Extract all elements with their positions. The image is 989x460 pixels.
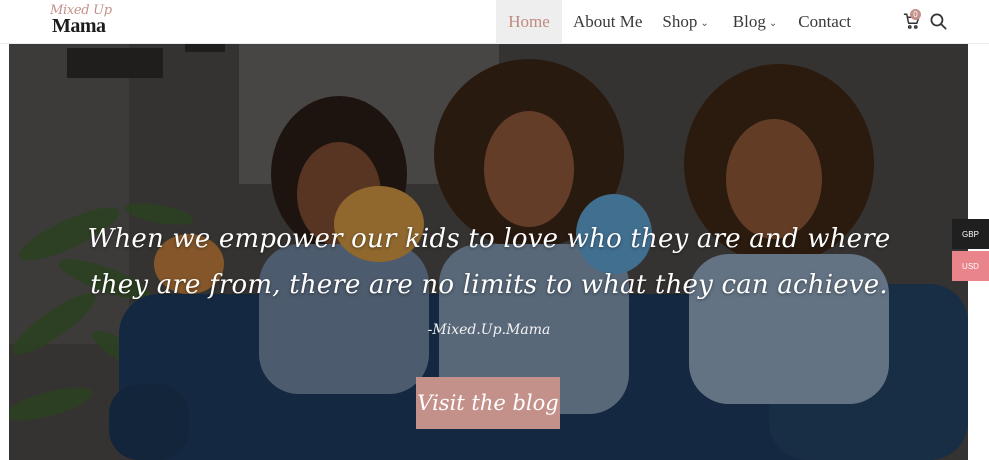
- search-icon: [930, 13, 947, 30]
- search-button[interactable]: [929, 12, 949, 32]
- site-header: Mixed Up Mama Home About Me Shop ⌄ Blog …: [0, 0, 989, 44]
- main-nav: Home About Me Shop ⌄ Blog ⌄ Contact: [496, 0, 851, 44]
- visit-blog-label: Visit the blog: [417, 391, 559, 415]
- cart-count-badge: 0: [910, 9, 921, 20]
- hero-banner: When we empower our kids to love who the…: [9, 44, 968, 460]
- logo-main-text: Mama: [52, 15, 106, 37]
- nav-about-label: About Me: [573, 12, 643, 31]
- site-logo[interactable]: Mixed Up Mama: [48, 3, 118, 40]
- hero-quote-author: -Mixed.Up.Mama: [427, 322, 551, 338]
- nav-contact[interactable]: Contact: [798, 0, 851, 44]
- currency-gbp-label: GBP: [962, 229, 979, 239]
- nav-blog[interactable]: Blog ⌄: [733, 0, 777, 44]
- currency-usd-label: USD: [962, 261, 979, 271]
- nav-contact-label: Contact: [798, 12, 852, 31]
- chevron-down-icon: ⌄: [700, 18, 709, 29]
- chevron-down-icon: ⌄: [768, 18, 778, 29]
- nav-about-me[interactable]: About Me: [573, 0, 642, 44]
- currency-usd[interactable]: USD: [952, 251, 989, 281]
- hero-quote: When we empower our kids to love who the…: [87, 224, 891, 300]
- visit-blog-button[interactable]: Visit the blog: [416, 377, 560, 429]
- nav-home-label: Home: [508, 12, 550, 31]
- nav-blog-label: Blog: [732, 12, 766, 31]
- nav-shop[interactable]: Shop ⌄: [662, 0, 708, 44]
- nav-shop-label: Shop: [662, 12, 698, 31]
- nav-home[interactable]: Home: [496, 0, 562, 44]
- currency-gbp[interactable]: GBP: [952, 219, 989, 249]
